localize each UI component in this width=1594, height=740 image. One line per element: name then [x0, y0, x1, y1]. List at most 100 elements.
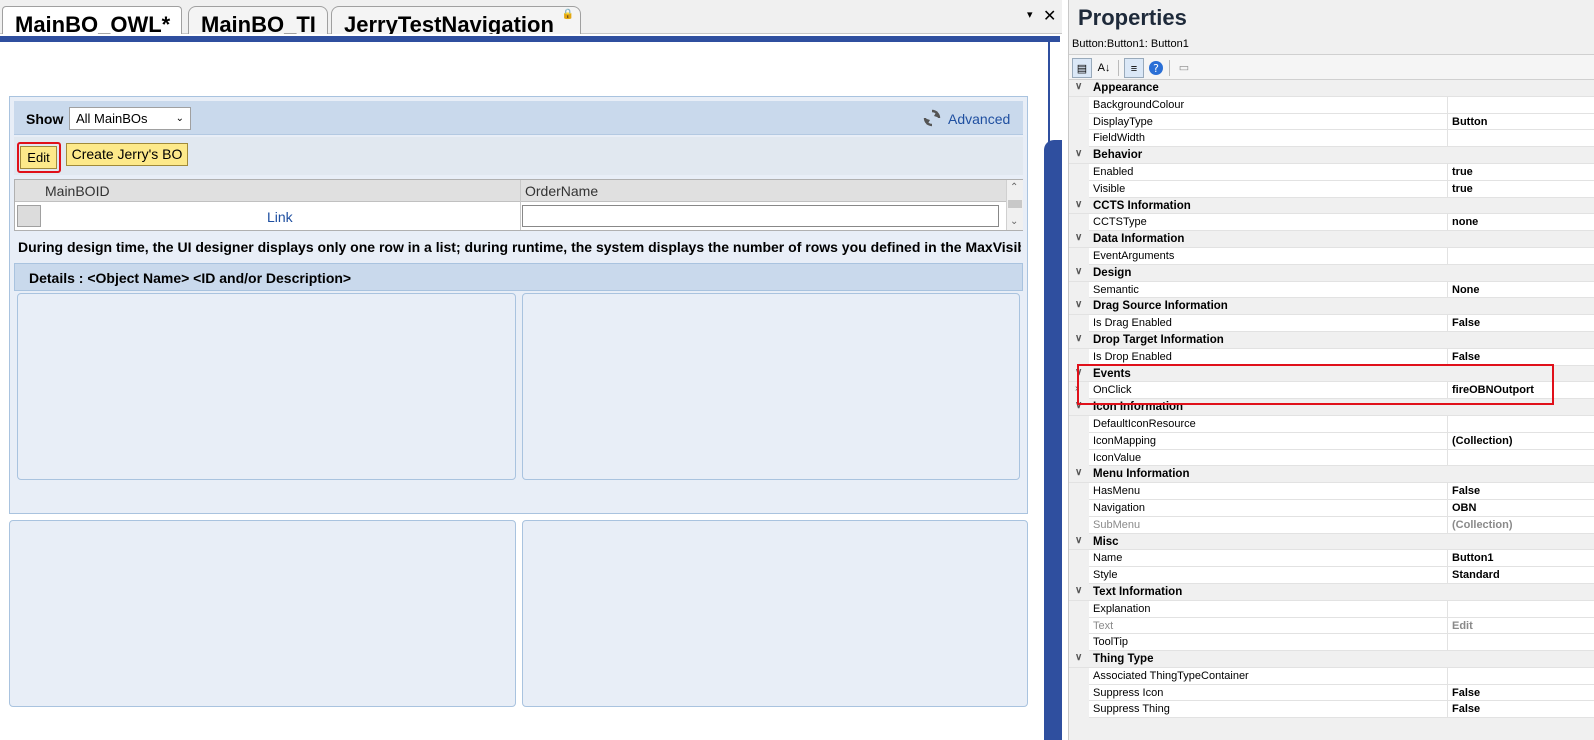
property-value[interactable]: Edit [1452, 620, 1473, 632]
property-row[interactable]: Suppress Icon False [1069, 684, 1594, 702]
property-value[interactable]: None [1452, 284, 1480, 296]
property-row[interactable]: Suppress Thing False [1069, 701, 1594, 719]
property-category[interactable]: ∨ Data Information [1069, 231, 1594, 248]
tab-mainbo-owl[interactable]: MainBO_OWL* [2, 6, 182, 34]
property-row[interactable]: Enabled true [1069, 163, 1594, 181]
collapse-icon[interactable]: ∨ [1075, 299, 1082, 310]
property-category[interactable]: ∨ Drop Target Information [1069, 331, 1594, 349]
tab-mainbo-ti[interactable]: MainBO_TI [188, 6, 328, 34]
property-row[interactable]: FieldWidth [1069, 130, 1594, 148]
list-scrollbar[interactable]: ⌃ ⌄ [1006, 180, 1023, 230]
property-row[interactable]: EventArguments [1069, 247, 1594, 265]
property-category[interactable]: ∨ Appearance [1069, 80, 1594, 97]
property-value[interactable]: Button [1452, 116, 1487, 128]
row-selector[interactable] [17, 205, 41, 227]
collapse-icon[interactable]: ∨ [1075, 535, 1082, 546]
collapse-icon[interactable]: ∨ [1075, 266, 1082, 277]
close-tab-icon[interactable]: ✕ [1043, 6, 1056, 26]
property-value[interactable]: False [1452, 317, 1480, 329]
property-value[interactable]: False [1452, 351, 1480, 363]
property-row[interactable]: DefaultIconResource [1069, 415, 1594, 433]
property-row[interactable]: Navigation OBN [1069, 499, 1594, 517]
property-row[interactable]: BackgroundColour [1069, 96, 1594, 114]
property-row[interactable]: SubMenu (Collection) [1069, 516, 1594, 534]
property-row[interactable]: Associated ThingTypeContainer [1069, 667, 1594, 685]
properties-toolbar: ▤ A↓ ≡ ? ▭ [1069, 54, 1594, 80]
property-category[interactable]: ∨ CCTS Information [1069, 197, 1594, 215]
value-separator [1447, 315, 1448, 332]
chevron-up-icon[interactable]: ⌃ [1010, 182, 1018, 193]
collapse-icon[interactable]: ∨ [1075, 232, 1082, 243]
show-select[interactable]: All MainBOs ⌄ [69, 107, 191, 130]
collapse-icon[interactable]: ∨ [1075, 148, 1082, 159]
property-row[interactable]: Explanation [1069, 600, 1594, 618]
property-pages-icon[interactable]: ▭ [1174, 58, 1194, 78]
collapse-icon[interactable]: ∨ [1075, 333, 1082, 344]
collapse-icon[interactable]: ∨ [1075, 81, 1082, 92]
property-row[interactable]: DisplayType Button [1069, 113, 1594, 131]
property-category[interactable]: ∨ Thing Type [1069, 651, 1594, 668]
value-separator [1447, 281, 1448, 298]
property-value[interactable]: none [1452, 216, 1478, 228]
refresh-icon[interactable] [922, 108, 942, 128]
create-jerrys-bo-button[interactable]: Create Jerry's BO [66, 143, 188, 166]
properties-title: Properties [1078, 5, 1187, 30]
value-separator [1447, 247, 1448, 264]
property-value[interactable]: Standard [1452, 569, 1500, 581]
value-separator [1447, 701, 1448, 718]
collapse-icon[interactable]: ∨ [1075, 652, 1082, 663]
tab-jerrytestnavigation[interactable]: JerryTestNavigation 🔒 [331, 6, 581, 34]
property-category[interactable]: ∨ Text Information [1069, 583, 1594, 601]
help-icon[interactable]: ? [1146, 58, 1166, 78]
tab-list-dropdown-icon[interactable]: ▾ [1027, 8, 1033, 21]
property-value[interactable]: False [1452, 703, 1480, 715]
property-value[interactable]: Button1 [1452, 552, 1494, 564]
ordername-input[interactable] [522, 205, 999, 227]
alphabetical-icon[interactable]: A↓ [1094, 58, 1114, 78]
property-category[interactable]: ∨ Misc [1069, 533, 1594, 551]
property-value[interactable]: (Collection) [1452, 519, 1513, 531]
property-row[interactable]: IconValue [1069, 449, 1594, 467]
scroll-thumb[interactable] [1008, 200, 1022, 208]
property-row[interactable]: Is Drag Enabled False [1069, 315, 1594, 333]
advanced-link[interactable]: Advanced [948, 111, 1010, 127]
mainboid-link[interactable]: Link [267, 209, 293, 225]
property-name: IconValue [1093, 451, 1142, 464]
property-value[interactable]: true [1452, 183, 1473, 195]
chevron-down-icon: ⌄ [175, 113, 184, 124]
property-row[interactable]: Text Edit [1069, 617, 1594, 635]
properties-view-icon[interactable]: ≡ [1124, 58, 1144, 78]
property-category[interactable]: ∨ Design [1069, 264, 1594, 282]
details-placeholder-left[interactable] [17, 293, 516, 480]
property-value[interactable]: true [1452, 166, 1473, 178]
chevron-down-icon[interactable]: ⌄ [1010, 216, 1018, 227]
property-row[interactable]: IconMapping (Collection) [1069, 432, 1594, 450]
column-header-mainboid[interactable]: MainBOID [45, 183, 110, 199]
edit-button[interactable]: Edit [20, 146, 57, 169]
selected-object-label[interactable]: Button:Button1: Button1 [1072, 38, 1189, 50]
property-row[interactable]: Style Standard [1069, 567, 1594, 585]
section-placeholder-bottom-left[interactable] [9, 520, 516, 707]
value-separator [1447, 415, 1448, 432]
property-value[interactable]: OBN [1452, 502, 1476, 514]
property-value[interactable]: (Collection) [1452, 435, 1513, 447]
property-row[interactable]: Semantic None [1069, 281, 1594, 299]
collapse-icon[interactable]: ∨ [1075, 585, 1082, 596]
property-row[interactable]: ToolTip [1069, 634, 1594, 652]
collapse-icon[interactable]: ∨ [1075, 199, 1082, 210]
property-row[interactable]: Name Button1 [1069, 550, 1594, 568]
property-value[interactable]: False [1452, 687, 1480, 699]
property-category[interactable]: ∨ Menu Information [1069, 466, 1594, 484]
section-placeholder-bottom-right[interactable] [522, 520, 1028, 707]
collapse-icon[interactable]: ∨ [1075, 467, 1082, 478]
details-placeholder-right[interactable] [522, 293, 1020, 480]
property-category[interactable]: ∨ Behavior [1069, 147, 1594, 164]
property-category[interactable]: ∨ Drag Source Information [1069, 298, 1594, 316]
property-value[interactable]: False [1452, 485, 1480, 497]
column-header-ordername[interactable]: OrderName [525, 183, 598, 199]
property-row[interactable]: Visible true [1069, 180, 1594, 198]
property-row[interactable]: HasMenu False [1069, 483, 1594, 501]
categorized-icon[interactable]: ▤ [1072, 58, 1092, 78]
property-row[interactable]: CCTSType none [1069, 214, 1594, 232]
value-separator [1447, 432, 1448, 449]
